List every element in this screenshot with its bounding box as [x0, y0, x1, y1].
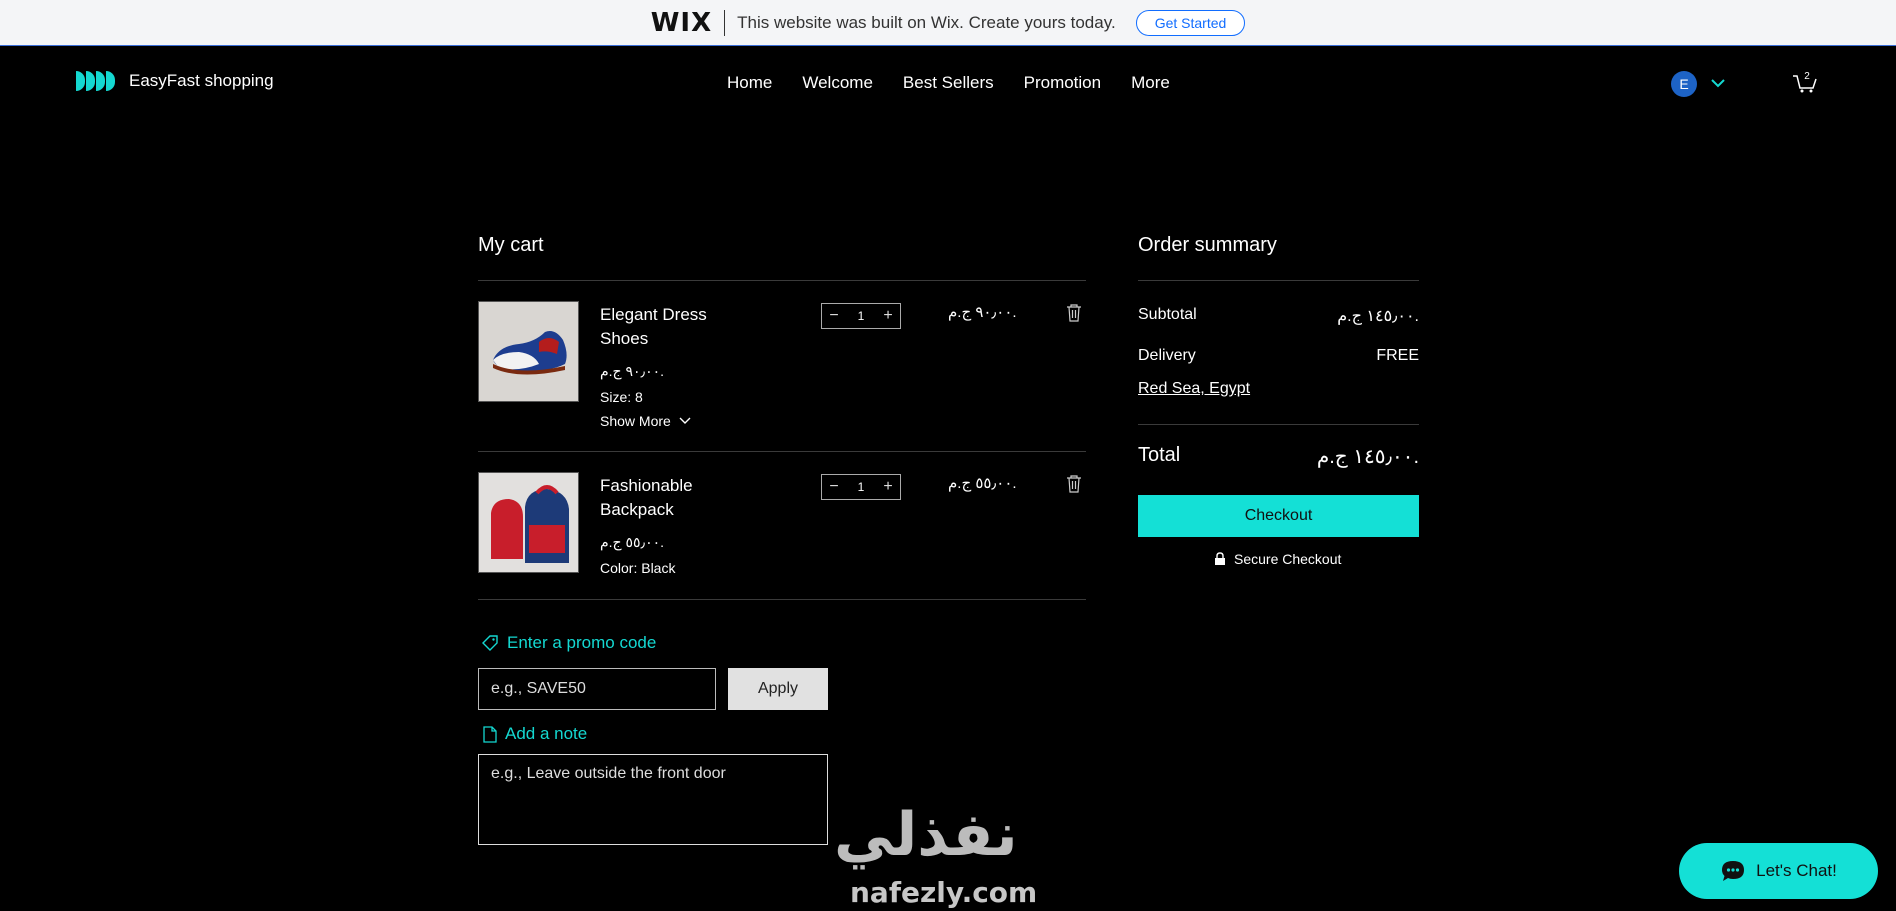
cart-divider [478, 280, 1086, 281]
watermark-arabic-text: نفذلي [834, 800, 1018, 870]
item-name[interactable]: Elegant Dress Shoes [600, 303, 730, 351]
increase-quantity-button[interactable]: + [880, 478, 896, 496]
cart-divider [478, 599, 1086, 600]
get-started-button[interactable]: Get Started [1135, 9, 1246, 36]
order-summary-title: Order summary [1138, 234, 1277, 256]
brand-logo-link[interactable]: EasyFast shopping [76, 71, 274, 91]
summary-divider [1138, 424, 1419, 425]
brand-name: EasyFast shopping [129, 71, 274, 90]
nav-promotion[interactable]: Promotion [1024, 73, 1101, 93]
wix-promo-banner: WIX This website was built on Wix. Creat… [0, 0, 1896, 46]
trash-icon[interactable] [1065, 303, 1083, 323]
quantity-value[interactable]: 1 [858, 480, 865, 494]
secure-checkout: Secure Checkout [1214, 551, 1341, 567]
cart-item: Elegant Dress Shoes ٩٠٫٠٠ ج.م. Size: 8 S… [478, 301, 1086, 431]
note-icon [483, 725, 497, 743]
chat-bubble-icon [1722, 861, 1745, 881]
subtotal-label: Subtotal [1138, 306, 1197, 323]
show-more-label: Show More [600, 413, 671, 429]
product-image-shoes[interactable] [478, 301, 579, 402]
item-option-size: Size: 8 [600, 389, 643, 405]
tag-icon [482, 635, 498, 651]
user-avatar[interactable]: E [1671, 71, 1697, 97]
summary-divider [1138, 280, 1419, 281]
secure-checkout-label: Secure Checkout [1234, 551, 1342, 567]
apply-promo-button[interactable]: Apply [728, 668, 828, 710]
cart-title: My cart [478, 234, 544, 256]
decrease-quantity-button[interactable]: − [826, 307, 842, 325]
delivery-location-link[interactable]: Red Sea, Egypt [1138, 380, 1250, 398]
checkout-button[interactable]: Checkout [1138, 495, 1419, 537]
quantity-value[interactable]: 1 [858, 309, 865, 323]
product-image-backpack[interactable] [478, 472, 579, 573]
add-note-link[interactable]: Add a note [483, 724, 587, 744]
trash-icon[interactable] [1065, 474, 1083, 494]
item-unit-price: ٩٠٫٠٠ ج.م. [600, 363, 664, 379]
banner-divider [724, 9, 726, 36]
site-header: EasyFast shopping Home Welcome Best Sell… [0, 47, 1896, 119]
chevron-down-icon[interactable] [1708, 73, 1728, 93]
decrease-quantity-button[interactable]: − [826, 478, 842, 496]
shopping-cart-icon[interactable]: 2 [1792, 69, 1818, 95]
delivery-row: Delivery FREE [1138, 347, 1419, 365]
item-line-total: ٥٥٫٠٠ ج.م. [948, 475, 1017, 492]
nav-more[interactable]: More [1131, 73, 1170, 93]
nav-welcome[interactable]: Welcome [802, 73, 873, 93]
total-label: Total [1138, 444, 1181, 466]
wix-logo: WIX [650, 7, 713, 38]
item-name[interactable]: Fashionable Backpack [600, 474, 730, 522]
item-line-total: ٩٠٫٠٠ ج.م. [948, 304, 1017, 321]
show-more-toggle[interactable]: Show More [600, 413, 691, 429]
cart-divider [478, 451, 1086, 452]
item-option-color: Color: Black [600, 560, 676, 576]
quantity-stepper: − 1 + [821, 474, 901, 500]
item-unit-price: ٥٥٫٠٠ ج.م. [600, 534, 664, 550]
promo-code-link[interactable]: Enter a promo code [481, 633, 656, 653]
promo-code-input[interactable] [478, 668, 716, 710]
total-row: Total ١٤٥٫٠٠ ج.م. [1138, 444, 1419, 469]
nav-home[interactable]: Home [727, 73, 772, 93]
brand-logo-icon [76, 71, 115, 91]
cart-item: Fashionable Backpack ٥٥٫٠٠ ج.م. Color: B… [478, 472, 1086, 582]
total-value: ١٤٥٫٠٠ ج.م. [1316, 446, 1419, 468]
nafezly-watermark: نفذلي nafezly.com [834, 800, 1064, 911]
chat-label: Let's Chat! [1756, 861, 1837, 880]
delivery-label: Delivery [1138, 347, 1196, 364]
chevron-down-icon [679, 417, 691, 424]
order-note-field[interactable] [478, 754, 828, 845]
wix-banner-text: This website was built on Wix. Create yo… [737, 12, 1116, 32]
delivery-value: FREE [1376, 347, 1419, 364]
watermark-domain: nafezly.com [850, 876, 1038, 909]
add-note-label: Add a note [505, 724, 588, 743]
nav-best-sellers[interactable]: Best Sellers [903, 73, 994, 93]
main-nav: Home Welcome Best Sellers Promotion More [727, 73, 1170, 93]
subtotal-value: ١٤٥٫٠٠ ج.م. [1337, 308, 1419, 325]
promo-code-label: Enter a promo code [507, 633, 657, 652]
lets-chat-button[interactable]: Let's Chat! [1679, 843, 1878, 899]
cart-count: 2 [1804, 71, 1810, 82]
lock-icon [1215, 552, 1225, 565]
quantity-stepper: − 1 + [821, 303, 901, 329]
subtotal-row: Subtotal ١٤٥٫٠٠ ج.م. [1138, 306, 1419, 326]
increase-quantity-button[interactable]: + [880, 307, 896, 325]
